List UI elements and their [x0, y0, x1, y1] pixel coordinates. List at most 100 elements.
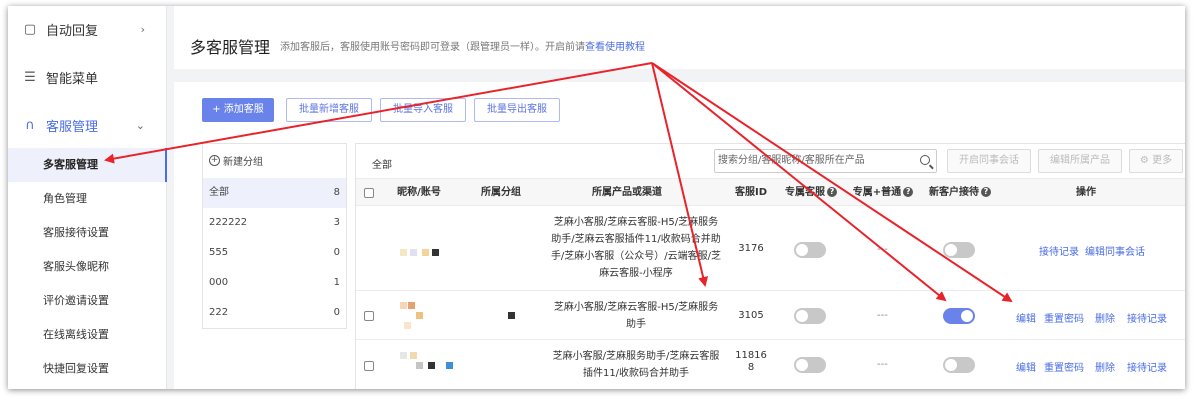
column-product: 所属产品或渠道	[592, 187, 662, 198]
new-customer-toggle[interactable]	[943, 308, 975, 324]
group-item[interactable]: 222 0	[203, 298, 346, 328]
new-customer-toggle[interactable]	[943, 357, 975, 373]
group-item[interactable]: 555 0	[203, 238, 346, 268]
edit-product-button[interactable]: 编辑所属产品	[1038, 149, 1122, 173]
reset-password-link[interactable]: 重置密码	[1044, 359, 1084, 374]
main-card: + 添加客服 批量新增客服 批量导入客服 批量导出客服 + 新建分组 全部 8 …	[174, 82, 1185, 389]
exclusive-toggle[interactable]	[794, 357, 826, 373]
group-count: 0	[333, 307, 340, 318]
exclusive-toggle[interactable]	[794, 242, 826, 258]
sidebar-sub-quick-reply[interactable]: 快捷回复设置	[8, 352, 167, 386]
page-title: 多客服管理	[190, 38, 271, 57]
chat-square-icon: ▢	[23, 21, 37, 37]
kefu-id: 3176	[738, 243, 764, 254]
app-window: ▢ 自动回复 › ☰ 智能菜单 ∩ 客服管理 ⌄ 多客服管理 角色管理 客服接待…	[8, 6, 1185, 389]
sidebar-sub-reception-settings[interactable]: 客服接待设置	[8, 216, 167, 250]
sidebar-sub-avatar-nickname[interactable]: 客服头像昵称	[8, 250, 167, 284]
sidebar-item-label: 自动回复	[46, 23, 99, 39]
avatar	[400, 249, 407, 256]
kefu-id: 3105	[738, 310, 764, 321]
avatar-pixel	[422, 249, 429, 256]
select-all-checkbox[interactable]	[364, 188, 374, 198]
group-panel: + 新建分组 全部 8 222222 3 555 0 000 1 222 0	[202, 143, 347, 329]
more-label: 更多	[1152, 155, 1173, 166]
table-row: 芝麻小客服/芝麻云客服-H5/芝麻服务 助手 3105 --- 编辑 重置密码 …	[356, 292, 1185, 340]
product-cell: 芝麻小客服/芝麻服务助手/芝麻云客服 插件11/收款码合并助手	[552, 351, 720, 379]
edit-link[interactable]: 编辑	[1016, 359, 1036, 374]
more-button[interactable]: ⚙ 更多	[1129, 149, 1183, 173]
row-checkbox[interactable]	[364, 311, 374, 321]
sidebar-item-kefu-management[interactable]: ∩ 客服管理 ⌄	[8, 110, 167, 140]
search-icon[interactable]	[920, 155, 930, 165]
column-new-customer: 新客户接待?	[924, 179, 996, 207]
help-icon[interactable]: ?	[903, 187, 914, 197]
help-icon[interactable]: ?	[827, 187, 837, 197]
sidebar-sub-online-offline[interactable]: 在线离线设置	[8, 318, 167, 352]
batch-add-button[interactable]: 批量新增客服	[286, 98, 372, 122]
table-header: 昵称/账号 所属分组 所属产品或渠道 客服ID 专属客服? 专属+普通? 新客户…	[356, 178, 1185, 206]
edit-colleague-chat-link[interactable]: 编辑同事会话	[1085, 243, 1145, 258]
column-group: 所属分组	[481, 187, 521, 198]
group-name: 222	[209, 307, 229, 318]
avatar-pixel	[446, 362, 453, 369]
table-row: 芝麻小客服/芝麻云客服-H5/芝麻服务 助手/芝麻云客服插件11/收款码合并助 …	[356, 207, 1185, 291]
description-text: 添加客服后，客服使用账号密码即可登录（跟管理员一样）。开启前请	[280, 42, 585, 53]
help-icon[interactable]: ?	[981, 187, 991, 197]
column-exclusive: 专属客服?	[781, 179, 841, 207]
avatar-pixel	[408, 302, 415, 309]
avatar-pixel	[410, 352, 417, 359]
enable-colleague-chat-button[interactable]: 开启同事会话	[947, 149, 1031, 173]
batch-export-button[interactable]: 批量导出客服	[474, 98, 560, 122]
sidebar-item-label: 客服管理	[46, 119, 99, 135]
search-input[interactable]: 搜索分组/客服昵称/客服所在产品	[714, 149, 937, 173]
exclusive-toggle[interactable]	[794, 308, 826, 324]
column-exclusive-normal: 专属+普通?	[849, 179, 917, 207]
kefu-id: 11816 8	[735, 350, 767, 373]
menu-list-icon: ☰	[24, 69, 36, 85]
screenshot-frame: ▢ 自动回复 › ☰ 智能菜单 ∩ 客服管理 ⌄ 多客服管理 角色管理 客服接待…	[0, 0, 1200, 400]
group-name: 全部	[209, 187, 229, 198]
chevron-right-icon: ›	[140, 22, 145, 36]
group-count: 8	[333, 187, 340, 198]
sidebar-item-smart-menu[interactable]: ☰ 智能菜单	[8, 62, 167, 92]
sidebar-item-auto-reply[interactable]: ▢ 自动回复 ›	[8, 14, 167, 44]
avatar-pixel	[428, 362, 435, 369]
group-count: 3	[333, 217, 340, 228]
column-ops: 操作	[1076, 187, 1096, 198]
product-cell: 芝麻小客服/芝麻云客服-H5/芝麻服务 助手/芝麻云客服插件11/收款码合并助 …	[550, 217, 722, 279]
new-group-button[interactable]: + 新建分组	[209, 153, 263, 168]
reception-record-link[interactable]: 接待记录	[1127, 310, 1167, 325]
exclusive-normal-value: ---	[877, 310, 888, 321]
avatar-pixel	[404, 322, 411, 329]
avatar	[400, 352, 407, 359]
delete-link[interactable]: 删除	[1095, 310, 1115, 325]
group-item[interactable]: 全部 8	[203, 178, 346, 208]
reception-record-link[interactable]: 接待记录	[1127, 359, 1167, 374]
group-name: 000	[209, 277, 229, 288]
batch-import-button[interactable]: 批量导入客服	[380, 98, 466, 122]
sidebar-sub-rating-invite[interactable]: 评价邀请设置	[8, 284, 167, 318]
new-customer-toggle[interactable]	[943, 242, 975, 258]
gear-icon: ⚙	[1139, 155, 1153, 166]
group-name: 222222	[209, 217, 248, 228]
sidebar-sub-multi-kefu[interactable]: 多客服管理	[8, 148, 167, 182]
exclusive-normal-value: ---	[877, 244, 888, 255]
new-group-label: 新建分组	[223, 157, 263, 168]
sidebar-sub-roles[interactable]: 角色管理	[8, 182, 167, 216]
add-kefu-button[interactable]: + 添加客服	[202, 98, 274, 122]
row-checkbox[interactable]	[364, 361, 374, 371]
group-item[interactable]: 222222 3	[203, 208, 346, 238]
reset-password-link[interactable]: 重置密码	[1044, 310, 1084, 325]
reception-record-link[interactable]: 接待记录	[1039, 243, 1079, 258]
group-item[interactable]: 000 1	[203, 268, 346, 298]
sidebar: ▢ 自动回复 › ☰ 智能菜单 ∩ 客服管理 ⌄ 多客服管理 角色管理 客服接待…	[8, 6, 167, 389]
chevron-down-icon: ⌄	[135, 118, 145, 132]
edit-link[interactable]: 编辑	[1016, 310, 1036, 325]
delete-link[interactable]: 删除	[1095, 359, 1115, 374]
tutorial-link[interactable]: 查看使用教程	[585, 42, 645, 53]
headset-icon: ∩	[25, 117, 35, 133]
group-count: 0	[333, 247, 340, 258]
sidebar-item-label: 智能菜单	[46, 71, 99, 87]
avatar-pixel	[432, 249, 439, 256]
group-pixel	[508, 312, 515, 319]
